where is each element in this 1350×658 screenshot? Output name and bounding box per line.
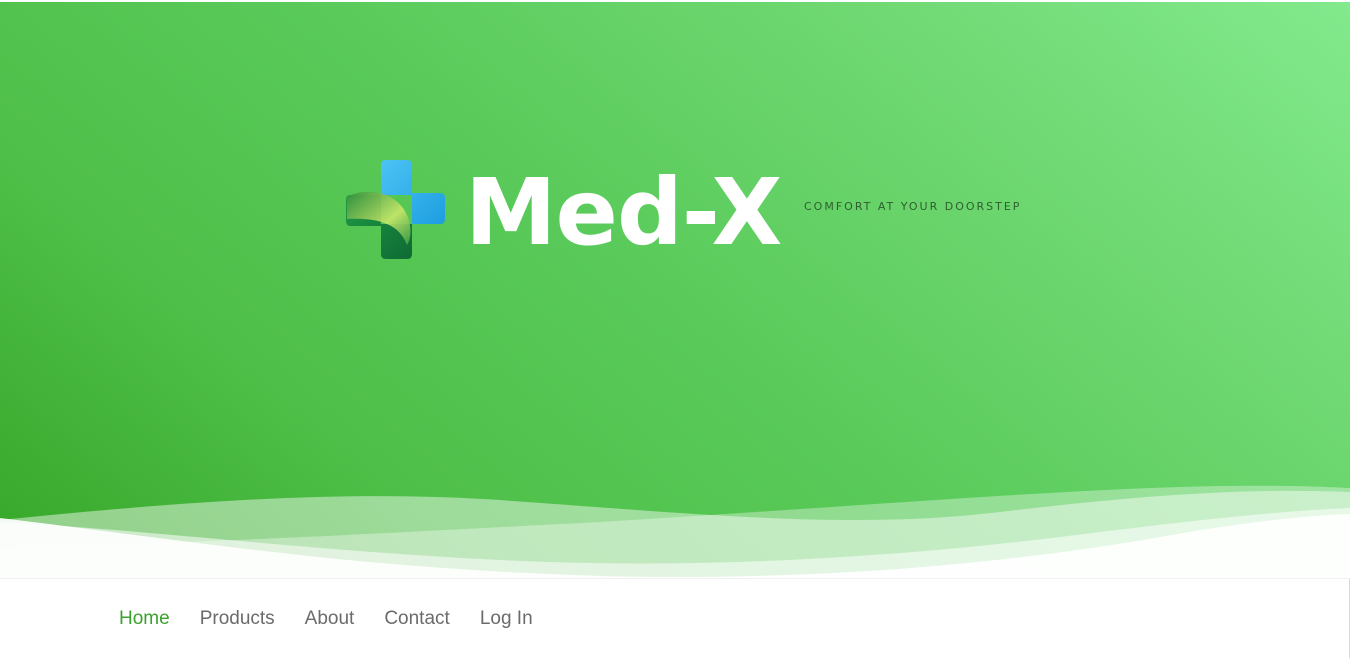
hero-wave-decoration	[0, 485, 1350, 578]
medical-cross-leaf-icon	[346, 160, 445, 259]
nav-item-contact[interactable]: Contact	[384, 608, 449, 630]
nav-item-about[interactable]: About	[305, 608, 355, 630]
nav-item-home[interactable]: Home	[119, 608, 170, 630]
page: Med-X COMFORT AT YOUR DOORSTEP Home Prod…	[0, 0, 1350, 658]
main-navigation: Home Products About Contact Log In	[0, 578, 1350, 658]
nav-list: Home Products About Contact Log In	[119, 608, 563, 630]
brand-tagline: COMFORT AT YOUR DOORSTEP	[804, 200, 1022, 213]
nav-item-products[interactable]: Products	[200, 608, 275, 630]
hero-banner: Med-X COMFORT AT YOUR DOORSTEP	[0, 2, 1350, 578]
nav-item-log-in[interactable]: Log In	[480, 608, 533, 630]
brand-name: Med-X	[465, 159, 782, 266]
brand-lockup[interactable]: Med-X COMFORT AT YOUR DOORSTEP	[345, 157, 1045, 267]
